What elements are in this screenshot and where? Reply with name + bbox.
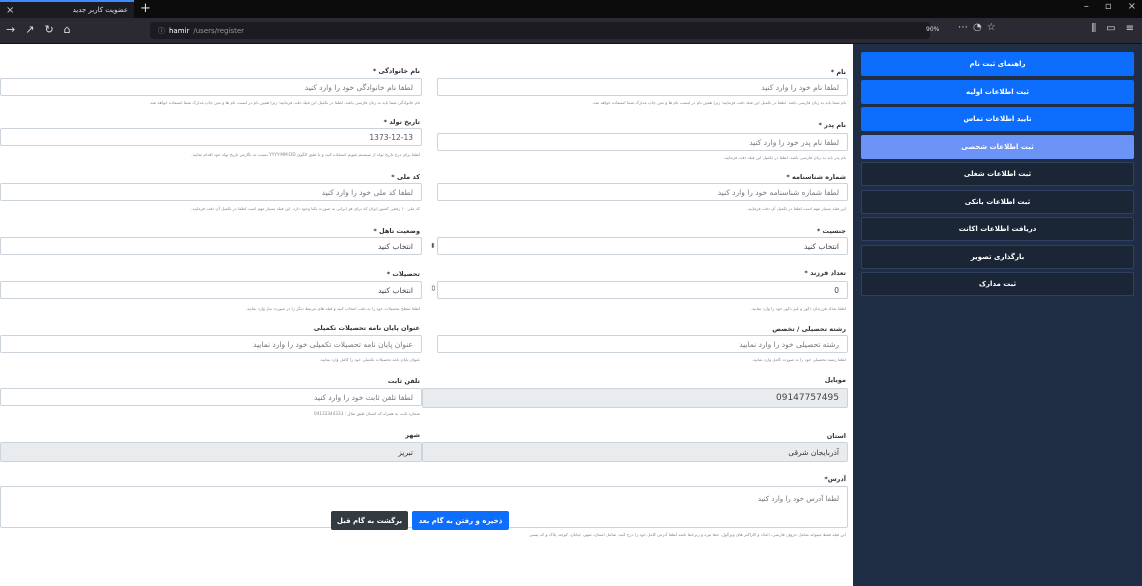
sidebar-item-upload-photo[interactable]: بارگذاری تصویر [861, 244, 1134, 269]
father-name-input[interactable]: لطفا نام پدر خود را وارد کنید [437, 133, 848, 151]
maximize-icon[interactable]: ▫ [1105, 1, 1112, 12]
sidebar-item-basic-info[interactable]: ثبت اطلاعات اولیه [861, 79, 1134, 104]
bookmark-star-icon[interactable]: ☆ [987, 22, 996, 33]
thesis-help: عنوان پایان نامه تحصیلات تکمیلی خود را ک… [319, 357, 420, 362]
sidebar-toggle-icon[interactable]: ▭ [1106, 23, 1115, 34]
zoom-level[interactable]: 90% [926, 26, 939, 33]
personal-info-form: نام * لطفا نام خود را وارد کنید نام شما … [0, 44, 853, 586]
last-name-help: نام خانوادگی شما باید به زبان فارسی باشد… [149, 100, 420, 105]
gender-select[interactable]: انتخاب کنید [437, 237, 848, 255]
education-label: تحصیلات * [386, 270, 420, 278]
close-window-icon[interactable]: × [1128, 1, 1136, 12]
mobile-input: 09147757495 [422, 388, 848, 408]
extension-icon[interactable]: ↗ [25, 23, 34, 36]
registration-steps-sidebar: راهنمای ثبت نام ثبت اطلاعات اولیه تایید … [853, 44, 1142, 586]
close-tab-icon[interactable]: × [6, 5, 14, 16]
birth-date-input[interactable]: 1373-12-13 [0, 128, 422, 146]
major-help: لطفا رشته تحصیلی خود را به صورت کامل وار… [751, 357, 846, 362]
browser-tab[interactable]: عضویت کاربر جدید × [0, 0, 134, 18]
national-code-help: کد ملی ۱۰ رقمی کشور ایران که برای هر ایر… [191, 206, 420, 211]
children-count-stepper-icon[interactable]: ⇳ [430, 284, 437, 293]
last-name-input[interactable]: لطفا نام خانوادگی خود را وارد کنید [0, 78, 422, 96]
window-controls: – ▫ × [1084, 1, 1136, 12]
site-info-icon[interactable]: ⓘ [158, 26, 165, 36]
children-count-label: تعداد فرزند * [804, 269, 846, 277]
education-help: لطفا سطح تحصیلات خود را به دقت انتخاب کن… [245, 306, 420, 311]
first-name-label: نام * [830, 68, 846, 76]
minimize-icon[interactable]: – [1084, 1, 1089, 12]
marital-status-label: وضعیت تاهل * [373, 227, 420, 235]
city-label: شهر [405, 431, 420, 439]
sidebar-item-guide[interactable]: راهنمای ثبت نام [861, 52, 1134, 76]
sidebar-item-account-info[interactable]: دریافت اطلاعات اکانت [861, 217, 1134, 241]
id-number-input[interactable]: لطفا شماره شناسنامه خود را وارد کنید [437, 183, 848, 201]
sidebar-item-bank-info[interactable]: ثبت اطلاعات بانکی [861, 189, 1134, 214]
home-icon[interactable]: ⌂ [64, 23, 71, 36]
sidebar-item-documents[interactable]: ثبت مدارک [861, 272, 1134, 296]
national-code-input[interactable]: لطفا کد ملی خود را وارد کنید [0, 183, 422, 201]
phone-input[interactable]: لطفا تلفن ثابت خود را وارد کنید [0, 388, 422, 406]
national-code-label: کد ملی * [391, 173, 420, 181]
pocket-icon[interactable]: ◔ [973, 22, 982, 33]
sidebar-item-contact-verify[interactable]: تایید اطلاعات تماس [861, 107, 1134, 131]
sidebar-item-personal-info[interactable]: ثبت اطلاعات شخصی [861, 134, 1134, 159]
reload-icon[interactable]: ↻ [44, 23, 53, 36]
father-name-help: نام پدر باید به زبان فارسی باشد. لطفا در… [723, 155, 846, 160]
gender-select-arrow-icon: ⬍ [430, 242, 436, 250]
menu-icon[interactable]: ≡ [1126, 23, 1134, 34]
birth-date-help: لطفا برای درج تاریخ تولد از سیستم تقویم … [191, 152, 420, 157]
forward-icon[interactable]: → [6, 23, 15, 36]
marital-status-select[interactable]: انتخاب کنید [0, 237, 422, 255]
sidebar-item-job-info[interactable]: ثبت اطلاعات شغلی [861, 162, 1134, 186]
education-select[interactable]: انتخاب کنید [0, 281, 422, 299]
save-next-button[interactable]: ذخیره و رفتن به گام بعد [412, 511, 509, 530]
province-input: آذربایجان شرقی [422, 442, 848, 462]
browser-tab-bar: عضویت کاربر جدید × + – ▫ × [0, 0, 1142, 18]
url-path: /users/register [193, 26, 245, 35]
children-count-help: لطفا تعداد فرزندان ذکور و غیر ذکور خود ر… [750, 306, 846, 311]
address-label: آدرس* [824, 475, 846, 483]
first-name-input[interactable]: لطفا نام خود را وارد کنید [437, 78, 848, 96]
back-button[interactable]: برگشت به گام قبل [331, 511, 408, 530]
id-number-help: این فیلد بسیار مهم است لطفا در تکمیل آن … [746, 206, 846, 211]
phone-help: شماره ثابت به همراه کد استان طبق مثال : … [314, 411, 420, 416]
thesis-input[interactable]: عنوان پایان نامه تحصیلات تکمیلی خود را و… [0, 335, 422, 353]
phone-label: تلفن ثابت [387, 377, 420, 385]
gender-label: جنسیت * [816, 227, 846, 235]
url-host: hamir [169, 26, 190, 35]
page-actions-icon[interactable]: ⋯ [958, 22, 968, 33]
major-label: رشته تحصیلی / تخصص [772, 325, 846, 333]
thesis-label: عنوان پایان نامه تحصیلات تکمیلی [313, 324, 420, 332]
url-bar[interactable]: ⓘ hamir/users/register [150, 22, 930, 39]
tab-title: عضویت کاربر جدید [72, 6, 128, 14]
major-input[interactable]: رشته تحصیلی خود را وارد نمایید [437, 335, 848, 353]
browser-nav-bar: → ↗ ↻ ⌂ ⓘ hamir/users/register 90% ⋯ ◔ ☆… [0, 18, 1142, 44]
birth-date-label: تاریخ تولد * [383, 118, 420, 126]
address-help: این فیلد فقط میتواند شامل حروف فارسی، اع… [528, 532, 846, 537]
library-icon[interactable]: ⫼ [1092, 23, 1097, 34]
id-number-label: شماره شناسنامه * [786, 173, 846, 181]
city-input: تبریز [0, 442, 422, 462]
first-name-help: نام شما باید به زبان فارسی باشد. لطفا در… [592, 100, 846, 105]
mobile-label: موبایل [824, 376, 846, 384]
province-label: استان [826, 432, 846, 440]
father-name-label: نام پدر * [818, 121, 846, 129]
last-name-label: نام خانوادگی * [372, 67, 420, 75]
new-tab-icon[interactable]: + [140, 1, 151, 16]
children-count-input[interactable]: 0 [437, 281, 848, 299]
